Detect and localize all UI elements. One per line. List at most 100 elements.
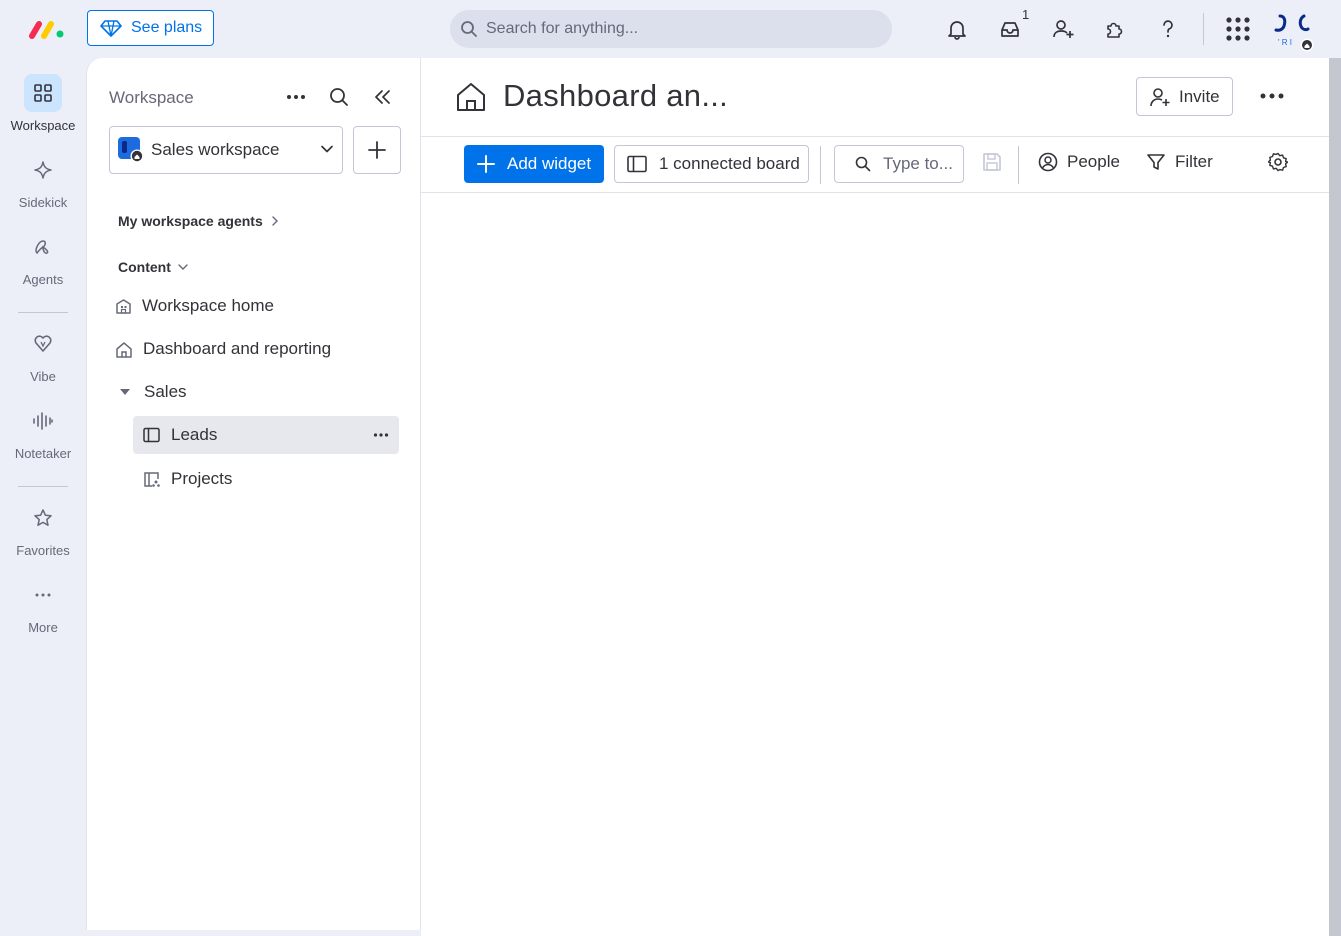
nav-item-leads[interactable]: Leads	[133, 416, 399, 454]
chevron-down-icon	[321, 145, 333, 153]
page-title[interactable]: Dashboard an...	[503, 78, 728, 114]
rail-item-agents[interactable]: Agents	[0, 228, 86, 287]
heart-icon	[34, 335, 52, 352]
avatar-initials: ' R I	[1278, 38, 1292, 47]
user-avatar[interactable]: ' R I	[1270, 12, 1318, 52]
nav-label: Sales	[144, 382, 187, 401]
rail-label: Notetaker	[14, 446, 72, 461]
save-icon[interactable]	[982, 152, 1002, 172]
rail-item-favorites[interactable]: Favorites	[0, 499, 86, 558]
apps-grid-icon[interactable]	[1223, 14, 1253, 44]
nav-item-projects[interactable]: Projects	[143, 469, 232, 489]
building-icon	[116, 298, 131, 314]
workspace-panel: Workspace Sales workspace My workspace a…	[86, 58, 421, 930]
rail-item-sidekick[interactable]: Sidekick	[0, 151, 86, 210]
nav-item-dashboard-and-reporting[interactable]: Dashboard and reporting	[115, 339, 331, 359]
invite-button[interactable]: Invite	[1136, 77, 1233, 116]
panel-title: Workspace	[109, 88, 194, 107]
rail-item-vibe[interactable]: Vibe	[0, 325, 86, 384]
help-icon[interactable]	[1153, 14, 1183, 44]
content-section-toggle[interactable]: Content	[118, 259, 188, 275]
search-icon[interactable]	[326, 84, 352, 110]
add-user-icon	[1150, 87, 1170, 106]
bell-icon[interactable]	[942, 14, 972, 44]
filter-label: Filter	[1175, 152, 1213, 171]
filter-icon	[1147, 154, 1165, 170]
scrollbar-thumb[interactable]	[1329, 58, 1341, 936]
monday-logo[interactable]	[28, 18, 66, 40]
toolbar-divider	[820, 146, 821, 184]
see-plans-button[interactable]: See plans	[87, 10, 214, 46]
nav-item-workspace-home[interactable]: Workspace home	[115, 296, 274, 316]
rail-label: Sidekick	[18, 195, 68, 210]
rail-label: Workspace	[10, 118, 76, 133]
add-widget-button[interactable]: Add widget	[464, 145, 604, 183]
integrations-icon[interactable]	[1100, 14, 1130, 44]
collapse-icon[interactable]	[369, 84, 395, 110]
filter-button[interactable]: Filter	[1146, 152, 1213, 172]
chevron-down-icon	[178, 264, 188, 270]
rail-label: More	[28, 620, 58, 635]
invite-members-icon[interactable]	[1048, 14, 1078, 44]
home-icon	[116, 341, 132, 358]
plus-icon	[477, 155, 495, 173]
person-circle-icon	[1038, 152, 1058, 172]
inbox-badge: 1	[1022, 7, 1030, 22]
people-filter-button[interactable]: People	[1038, 152, 1120, 172]
search-icon	[855, 156, 871, 172]
search-icon	[461, 21, 477, 37]
nav-folder-sales[interactable]: Sales	[119, 382, 187, 402]
agents-icon	[35, 240, 49, 255]
top-bar: See plans Search for anything... 1 ' R I	[0, 0, 1341, 58]
rail-divider	[18, 312, 68, 313]
more-icon[interactable]	[373, 427, 389, 443]
search-input[interactable]: Search for anything...	[450, 10, 892, 48]
rail-item-notetaker[interactable]: Notetaker	[0, 402, 86, 461]
page-header: Dashboard an... Invite	[421, 58, 1329, 137]
plus-icon	[368, 141, 386, 159]
main-content: Dashboard an... Invite Add widget 1 conn…	[421, 58, 1329, 936]
inbox-icon[interactable]	[995, 14, 1025, 44]
topbar-divider	[1203, 13, 1204, 45]
workspace-agents-link[interactable]: My workspace agents	[118, 213, 279, 229]
scrollbar[interactable]	[1329, 58, 1341, 936]
add-widget-label: Add widget	[507, 154, 592, 173]
rail-label: Favorites	[16, 543, 70, 558]
workspace-selector[interactable]: Sales workspace	[109, 126, 343, 174]
dashboard-search-input[interactable]: Type to...	[834, 145, 964, 183]
toolbar-divider	[1018, 146, 1019, 184]
gear-icon[interactable]	[1268, 152, 1288, 172]
left-rail: Workspace Sidekick Agents Vibe Notetaker…	[0, 58, 86, 936]
search-placeholder: Search for anything...	[486, 20, 639, 37]
content-label: Content	[118, 259, 171, 275]
more-icon[interactable]	[283, 84, 309, 110]
waveform-icon	[33, 412, 53, 430]
type-placeholder: Type to...	[883, 154, 953, 173]
nav-label: Dashboard and reporting	[143, 339, 332, 358]
workspace-name: Sales workspace	[151, 140, 280, 159]
agents-label: My workspace agents	[118, 213, 263, 229]
rail-label: Vibe	[30, 369, 56, 384]
connected-board-label: 1 connected board	[659, 154, 800, 173]
more-icon	[35, 593, 51, 597]
nav-label: Workspace home	[142, 296, 274, 315]
board-share-icon	[144, 471, 160, 487]
nav-label: Leads	[171, 425, 218, 444]
rail-item-workspace[interactable]: Workspace	[0, 74, 86, 133]
nav-label: Projects	[171, 469, 233, 488]
people-label: People	[1067, 152, 1120, 171]
more-icon[interactable]	[1259, 84, 1285, 108]
see-plans-label: See plans	[131, 19, 203, 36]
home-icon	[457, 83, 485, 111]
star-icon	[34, 509, 52, 526]
add-item-button[interactable]	[353, 126, 401, 174]
sparkle-icon	[34, 161, 52, 179]
workspace-icon	[118, 137, 144, 163]
rail-item-more[interactable]: More	[0, 576, 86, 635]
rail-label: Agents	[22, 272, 64, 287]
caret-down-icon	[120, 389, 130, 395]
dashboard-toolbar: Add widget 1 connected board Type to... …	[421, 137, 1329, 193]
grid-icon	[34, 84, 52, 102]
chevron-right-icon	[272, 216, 278, 226]
connected-board-button[interactable]: 1 connected board	[614, 145, 809, 183]
